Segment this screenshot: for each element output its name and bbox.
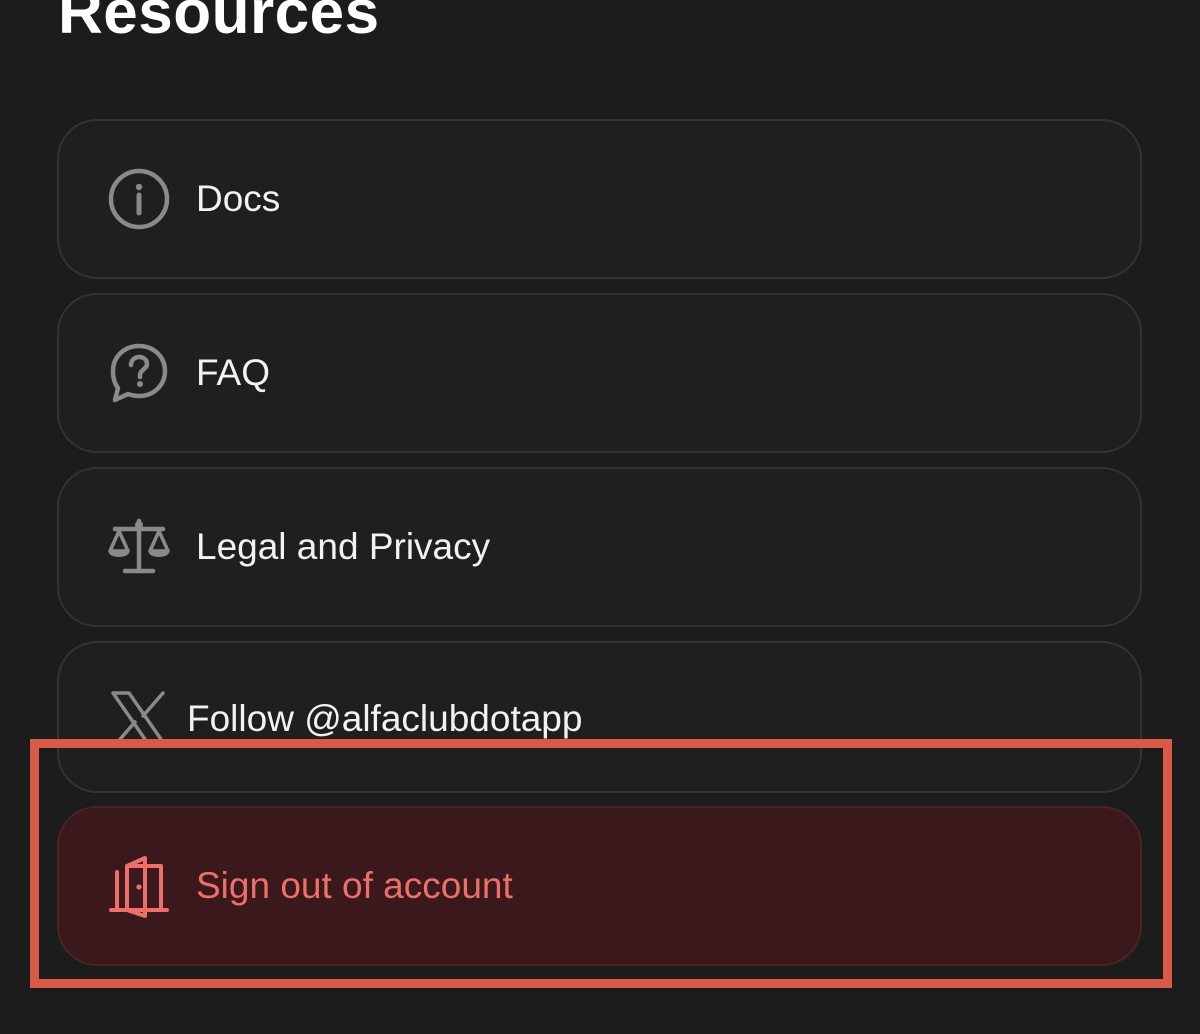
menu-item-label: Docs	[196, 178, 281, 219]
menu-item-faq[interactable]: FAQ	[57, 293, 1142, 453]
x-logo-icon	[107, 687, 171, 751]
menu-item-label: Follow @alfaclubdotapp	[187, 698, 583, 739]
info-circle-icon	[107, 167, 171, 231]
menu-item-label: Legal and Privacy	[196, 526, 491, 567]
question-chat-icon	[107, 341, 171, 405]
sign-out-label: Sign out of account	[196, 865, 513, 906]
door-exit-icon	[107, 854, 171, 918]
menu-item-label: FAQ	[196, 352, 271, 393]
resources-page: Resources Docs FAQ Legal and Privacy Fol…	[0, 0, 1200, 1034]
menu-item-docs[interactable]: Docs	[57, 119, 1142, 279]
scales-icon	[107, 515, 171, 579]
menu-item-follow-x[interactable]: Follow @alfaclubdotapp	[57, 641, 1142, 793]
menu-item-legal-privacy[interactable]: Legal and Privacy	[57, 467, 1142, 627]
section-title: Resources	[58, 0, 380, 47]
sign-out-button[interactable]: Sign out of account	[57, 806, 1142, 966]
